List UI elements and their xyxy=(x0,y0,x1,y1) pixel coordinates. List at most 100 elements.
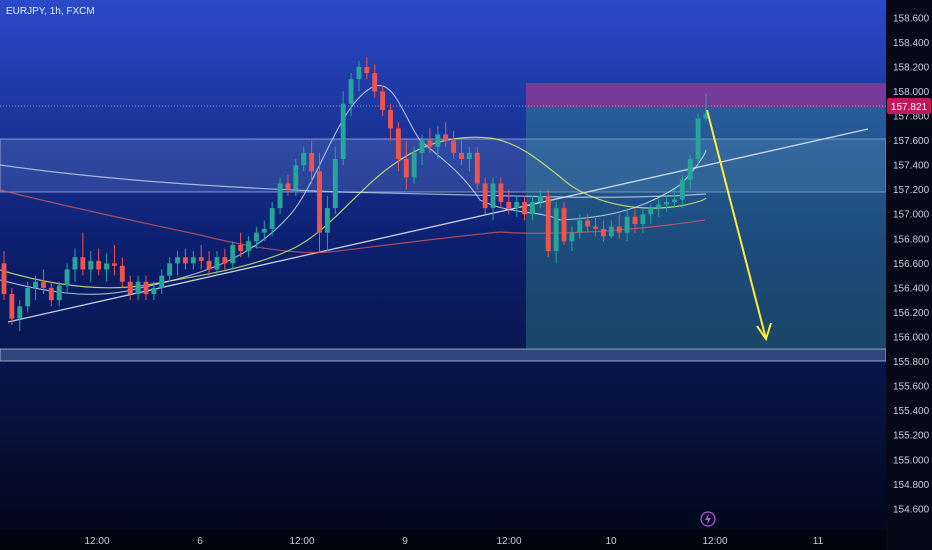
price-tick-label: 155.000 xyxy=(893,455,930,466)
candle-body xyxy=(96,260,102,270)
time-tick-label: 6 xyxy=(197,536,203,547)
candle-body xyxy=(545,195,551,252)
candle-body xyxy=(214,257,220,270)
candle-body xyxy=(411,152,417,178)
candle-body xyxy=(206,260,212,270)
candle-body xyxy=(159,275,165,288)
candle-body xyxy=(246,241,251,252)
candle-body xyxy=(253,232,259,242)
candle-body xyxy=(127,281,133,295)
time-tick-label: 11 xyxy=(813,536,824,547)
candle-body xyxy=(522,201,528,215)
candle-body xyxy=(182,257,188,264)
candle-body xyxy=(624,216,630,233)
time-tick-label: 12:00 xyxy=(289,536,314,547)
candle-body xyxy=(48,287,54,301)
time-tick-label: 12:00 xyxy=(84,536,109,547)
candle-body xyxy=(175,257,180,264)
candle-body xyxy=(443,134,449,141)
candle-body xyxy=(72,257,78,270)
time-tick-label: 10 xyxy=(605,536,617,547)
candle-body xyxy=(364,66,370,74)
candle-body xyxy=(9,294,15,319)
candle-body xyxy=(309,152,315,172)
candle-body xyxy=(293,165,299,190)
price-tick-label: 156.000 xyxy=(893,332,930,343)
candle-body xyxy=(143,281,149,295)
price-tick-label: 158.000 xyxy=(893,87,930,98)
candle-body xyxy=(64,269,70,286)
time-axis[interactable] xyxy=(0,530,886,550)
price-tick-label: 155.600 xyxy=(893,382,930,393)
price-tick-label: 156.800 xyxy=(893,234,930,245)
time-tick-label: 12:00 xyxy=(496,536,521,547)
price-tick-label: 157.200 xyxy=(893,185,930,196)
candle-body xyxy=(672,199,677,202)
candle-body xyxy=(222,257,228,264)
price-axis[interactable] xyxy=(886,0,932,550)
price-chart[interactable]: 158.600158.400158.200158.000157.800157.6… xyxy=(0,0,932,550)
price-tick-label: 156.600 xyxy=(893,259,930,270)
last-price-tag-text: 157.821 xyxy=(891,102,928,113)
candle-body xyxy=(104,263,109,270)
price-tick-label: 158.400 xyxy=(893,38,930,49)
candle-body xyxy=(317,171,322,233)
price-tick-label: 154.600 xyxy=(893,504,930,515)
candle-body xyxy=(451,140,457,153)
candle-body xyxy=(269,208,275,229)
candle-body xyxy=(80,257,86,270)
candle-body xyxy=(640,214,646,225)
candle-body xyxy=(593,226,599,229)
candle-body xyxy=(679,179,685,200)
candle-body xyxy=(459,152,464,159)
candle-body xyxy=(348,79,354,104)
candle-body xyxy=(88,260,94,270)
candle-body xyxy=(17,306,23,319)
candle-body xyxy=(25,287,31,307)
price-tick-label: 155.200 xyxy=(893,431,930,442)
candle-body xyxy=(135,281,141,295)
price-tick-label: 158.200 xyxy=(893,62,930,73)
price-axis-ticks: 158.600158.400158.200158.000157.800157.6… xyxy=(893,13,930,515)
range-band-lower xyxy=(0,348,887,362)
candle-body xyxy=(403,158,409,178)
candle-body xyxy=(695,118,701,159)
price-tick-label: 155.800 xyxy=(893,357,930,368)
candle-body xyxy=(577,220,583,233)
candle-body xyxy=(466,152,472,159)
candle-body xyxy=(356,66,362,80)
candle-body xyxy=(498,183,504,202)
candle-body xyxy=(277,183,283,209)
candle-body xyxy=(324,208,330,233)
candle-body xyxy=(56,285,62,301)
candle-body xyxy=(435,134,441,147)
price-tick-label: 156.200 xyxy=(893,308,930,319)
candle-body xyxy=(198,257,204,261)
candle-body xyxy=(190,257,196,264)
candle-body xyxy=(1,263,7,295)
candle-body xyxy=(388,109,393,129)
candle-body xyxy=(569,232,575,242)
candle-body xyxy=(687,158,693,180)
candle-body xyxy=(151,287,157,295)
price-tick-label: 158.600 xyxy=(893,13,930,24)
candle-body xyxy=(167,263,173,276)
candle-body xyxy=(506,201,512,209)
candle-body xyxy=(656,204,662,209)
candle-body xyxy=(427,140,433,147)
candle-body xyxy=(514,201,520,209)
time-tick-label: 9 xyxy=(402,536,408,547)
candle-body xyxy=(632,216,638,225)
candle-body xyxy=(285,183,291,190)
candle-body xyxy=(332,158,338,209)
candle-body xyxy=(537,195,543,202)
candle-body xyxy=(380,91,386,110)
time-tick-label: 12:00 xyxy=(702,536,727,547)
candle-body xyxy=(490,183,496,209)
candle-body xyxy=(585,220,591,227)
candle-body xyxy=(111,263,117,266)
candle-body xyxy=(616,226,622,233)
candle-body xyxy=(119,265,125,282)
price-tick-label: 157.600 xyxy=(893,136,930,147)
candle-body xyxy=(553,208,559,252)
